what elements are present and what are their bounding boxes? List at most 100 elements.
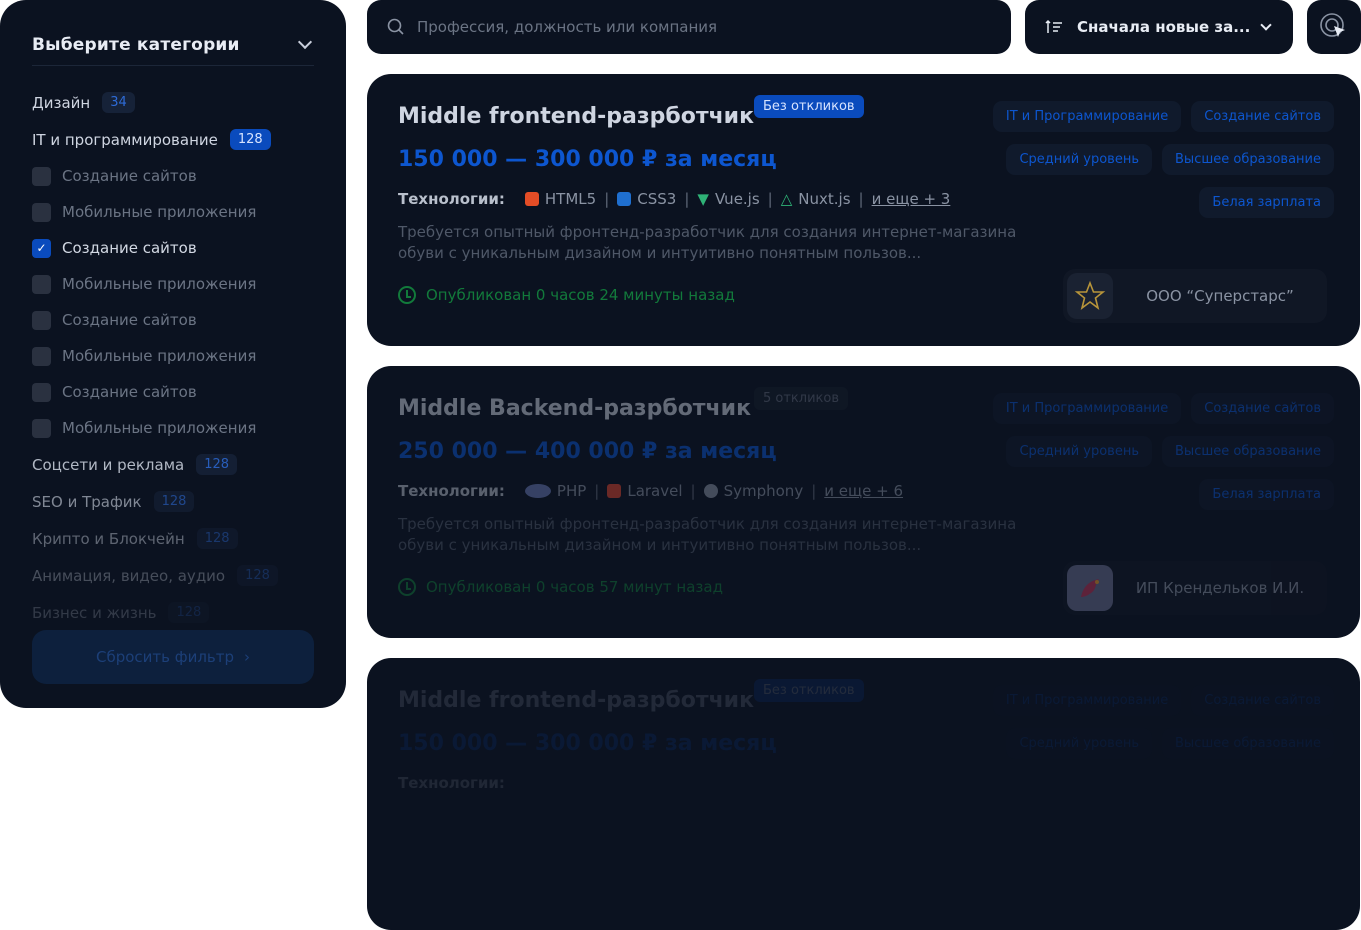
category-count-badge: 128 [168, 602, 210, 623]
filter-title: Выберите категории [32, 34, 240, 55]
search-input[interactable] [417, 18, 977, 36]
subcategory-item[interactable]: Мобильные приложения [32, 194, 314, 230]
checkbox[interactable] [32, 274, 51, 294]
vacancy-tags: IT и Программирование Создание сайтов Ср… [894, 685, 1334, 759]
tag[interactable]: Высшее образование [1162, 144, 1334, 175]
search-bar[interactable] [367, 0, 1011, 54]
tag[interactable]: Создание сайтов [1191, 101, 1334, 132]
tech-name: HTML5 [544, 190, 597, 208]
php-icon [524, 484, 551, 498]
tag[interactable]: Средний уровень [1006, 436, 1153, 467]
vacancy-card[interactable]: Middle Backend-разрботчик 5 откликов 250… [367, 366, 1360, 638]
tech-item: PHP [524, 482, 587, 500]
tag[interactable]: Средний уровень [1006, 144, 1153, 175]
subcategory-label: Создание сайтов [62, 167, 197, 185]
tag[interactable]: IT и Программирование [992, 393, 1182, 424]
sort-icon [1045, 19, 1062, 33]
rooster-logo-icon [1081, 579, 1099, 597]
tag[interactable]: Создание сайтов [1191, 685, 1334, 716]
company-chip[interactable]: ИП Крендельков И.И. [1063, 561, 1327, 615]
tech-name: Symphony [723, 482, 804, 500]
tech-item: Laravel [607, 482, 683, 500]
chevron-down-icon [1260, 18, 1272, 31]
reset-filter-button[interactable]: Сбросить фильтр › [32, 630, 314, 684]
tech-label: Технологии: [398, 482, 505, 500]
checkbox[interactable] [32, 310, 51, 330]
category-count-badge: 128 [196, 528, 238, 549]
page: Выберите категории Дизайн 34 IT и програ… [0, 0, 1361, 930]
subcategory-label: Мобильные приложения [62, 203, 257, 221]
category-label: Бизнес и жизнь [32, 603, 157, 622]
vacancy-title[interactable]: Middle frontend-разрботчик [398, 688, 754, 713]
tag[interactable]: Средний уровень [1006, 728, 1153, 759]
published-label: Опубликован 0 часов 57 минут назад [426, 578, 723, 596]
sort-label: Сначала новые за... [1077, 18, 1251, 36]
subcategory-item[interactable]: Создание сайтов [32, 302, 314, 338]
vacancy-description: Требуется опытный фронтенд-разработчик д… [398, 515, 1017, 554]
chevron-right-icon: › [244, 648, 251, 666]
category-item-seo[interactable]: SEO и Трафик 128 [32, 483, 314, 520]
category-item-crypto[interactable]: Крипто и Блокчейн 128 [32, 520, 314, 557]
subcategory-item[interactable]: Создание сайтов [32, 374, 314, 410]
subcategory-item-selected[interactable]: ✓ Создание сайтов [32, 230, 314, 266]
responses-badge: 5 откликов [754, 387, 849, 410]
chevron-down-icon[interactable] [297, 34, 313, 49]
checkbox[interactable] [32, 418, 51, 438]
vacancy-title[interactable]: Middle Backend-разрботчик [398, 396, 751, 421]
tech-name: PHP [556, 482, 587, 500]
tag[interactable]: IT и Программирование [992, 685, 1182, 716]
tag[interactable]: IT и Программирование [992, 101, 1182, 132]
star-logo-icon [1074, 280, 1106, 310]
vacancy-title[interactable]: Middle frontend-разрботчик [398, 104, 754, 129]
checkbox[interactable] [32, 382, 51, 402]
clock-icon [398, 578, 416, 596]
category-dropdown[interactable]: Выберите категории [32, 24, 314, 66]
tag[interactable]: Создание сайтов [1191, 393, 1334, 424]
tag[interactable]: Белая зарплата [1199, 479, 1334, 510]
tech-stack: Технологии: [398, 774, 1329, 792]
subcategory-item[interactable]: Мобильные приложения [32, 410, 314, 446]
subcategory-item[interactable]: Мобильные приложения [32, 266, 314, 302]
category-item-it[interactable]: IT и программирование 128 [32, 121, 314, 158]
checkbox-checked[interactable]: ✓ [32, 238, 51, 258]
subcategory-label: Создание сайтов [62, 239, 197, 257]
vacancy-tags: IT и Программирование Создание сайтов Ср… [894, 393, 1334, 510]
subcategory-item[interactable]: Мобильные приложения [32, 338, 314, 374]
tag[interactable]: Высшее образование [1162, 436, 1334, 467]
category-count-badge: 128 [196, 454, 238, 475]
category-filter-panel: Выберите категории Дизайн 34 IT и програ… [0, 0, 346, 708]
vacancy-card[interactable]: Middle frontend-разрботчик Без откликов … [367, 74, 1360, 346]
category-label: Крипто и Блокчейн [32, 529, 185, 548]
checkbox[interactable] [32, 166, 51, 186]
tag[interactable]: Белая зарплата [1199, 187, 1334, 218]
sort-dropdown[interactable]: Сначала новые за... [1025, 0, 1293, 54]
tech-item: CSS3 [617, 190, 676, 208]
tag[interactable]: Высшее образование [1162, 728, 1334, 759]
category-item-social[interactable]: Соцсети и реклама 128 [32, 446, 314, 483]
category-label: SEO и Трафик [32, 492, 142, 511]
company-name: ИП Крендельков И.И. [1135, 579, 1305, 597]
html5-icon [524, 192, 539, 206]
checkbox[interactable] [32, 346, 51, 366]
checkmark-icon: ✓ [36, 241, 47, 255]
category-item-business[interactable]: Бизнес и жизнь 128 [32, 594, 314, 631]
click-mode-button[interactable] [1307, 0, 1361, 54]
vacancy-card[interactable]: Middle frontend-разрботчик Без откликов … [367, 658, 1360, 930]
subcategory-label: Создание сайтов [62, 311, 197, 329]
category-count-badge: 128 [153, 491, 195, 512]
tech-more-link[interactable]: и еще + 6 [824, 482, 903, 500]
company-logo [1067, 565, 1113, 611]
company-chip[interactable]: ООО “Суперстарс” [1063, 269, 1327, 323]
category-item-design[interactable]: Дизайн 34 [32, 84, 314, 121]
category-label: Дизайн [32, 93, 91, 112]
checkbox[interactable] [32, 202, 51, 222]
category-label: IT и программирование [32, 130, 218, 149]
category-item-animation[interactable]: Анимация, видео, аудио 128 [32, 557, 314, 594]
tech-name: Vue.js [714, 190, 760, 208]
tech-item: Symphony [703, 482, 804, 500]
category-count-badge: 128 [229, 129, 271, 150]
tech-label: Технологии: [398, 190, 505, 208]
tech-item: ▼ Vue.js [697, 190, 759, 208]
responses-badge: Без откликов [754, 679, 864, 702]
subcategory-item[interactable]: Создание сайтов [32, 158, 314, 194]
